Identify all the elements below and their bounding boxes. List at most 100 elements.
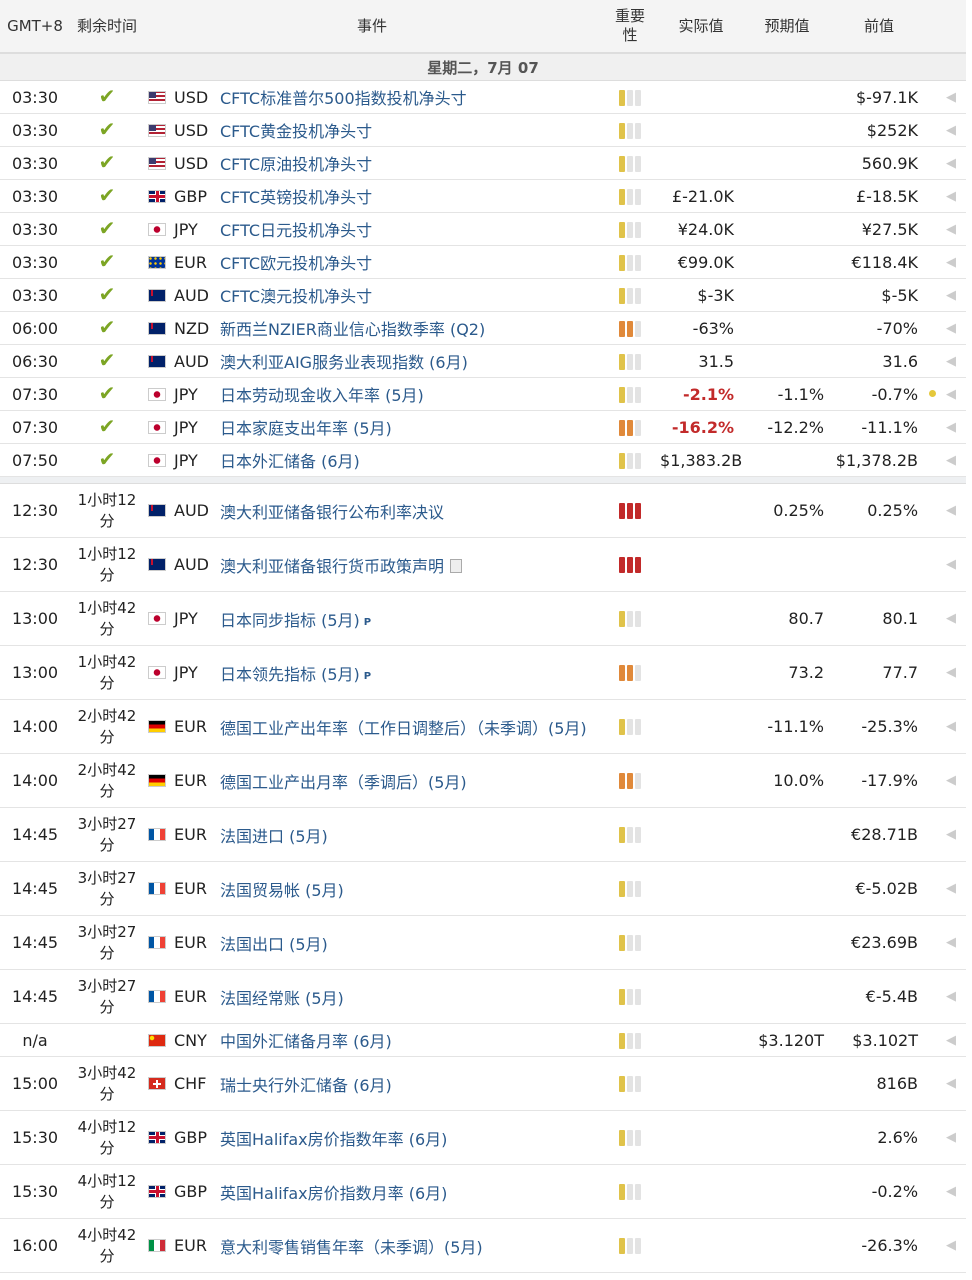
expand-arrow-icon[interactable]: ◀ [946, 989, 956, 1004]
currency-code: CNY [174, 1030, 207, 1050]
event-row[interactable]: 15:30 4小时12 分 GBP 英国Halifax房价指数月率 (6月) -0.2%… [0, 1164, 967, 1219]
event-link[interactable]: CFTC日元投机净头寸 [220, 221, 372, 240]
col-previous[interactable]: 前值 [832, 0, 927, 54]
event-row[interactable]: 14:00 2小时42 分 EUR 德国工业产出年率（工作日调整后）（未季调）(5月)… [0, 699, 967, 754]
event-link[interactable]: 中国外汇储备月率 (6月) [220, 1032, 392, 1051]
event-row[interactable]: n/a CNY 中国外汇储备月率 (6月) $3.120T $3.102T ◀ [0, 1023, 967, 1057]
col-timezone[interactable]: GMT+8 [0, 0, 70, 54]
event-link[interactable]: CFTC黄金投机净头寸 [220, 122, 372, 141]
event-link[interactable]: 澳大利亚储备银行公布利率决议 [220, 503, 444, 522]
event-row[interactable]: 14:45 3小时27 分 EUR 法国出口 (5月) €23.69B ◀ [0, 915, 967, 970]
expand-arrow-icon[interactable]: ◀ [946, 1238, 956, 1253]
expand-arrow-icon[interactable]: ◀ [946, 321, 956, 336]
event-row[interactable]: 07:50 ✔ JPY 日本外汇储备 (6月) $1,383.2B $1,378.2B ◀ [0, 443, 967, 477]
event-row[interactable]: 03:30 ✔ EUR CFTC欧元投机净头寸 €99.0K €118.4K ◀ [0, 245, 967, 279]
preliminary-icon[interactable]: P [364, 617, 371, 628]
event-cell: CFTC标准普尔500指数投机净头寸 [220, 80, 601, 114]
event-row[interactable]: 12:30 1小时12 分 AUD 澳大利亚储备银行公布利率决议 0.25% 0.25% ◀ [0, 483, 967, 538]
preliminary-icon[interactable]: P [364, 671, 371, 682]
event-link[interactable]: CFTC英镑投机净头寸 [220, 188, 372, 207]
expand-arrow-icon[interactable]: ◀ [946, 420, 956, 435]
event-link[interactable]: 法国进口 (5月) [220, 827, 328, 846]
col-event[interactable]: 事件 [144, 0, 601, 54]
expand-arrow-icon[interactable]: ◀ [946, 503, 956, 518]
event-link[interactable]: CFTC标准普尔500指数投机净头寸 [220, 89, 467, 108]
event-link[interactable]: 德国工业产出月率（季调后）(5月) [220, 773, 467, 792]
event-row[interactable]: 03:30 ✔ USD CFTC原油投机净头寸 560.9K ◀ [0, 146, 967, 180]
expand-arrow-icon[interactable]: ◀ [946, 1184, 956, 1199]
col-actual[interactable]: 实际值 [660, 0, 743, 54]
expand-arrow-icon[interactable]: ◀ [946, 189, 956, 204]
expand-arrow-icon[interactable]: ◀ [946, 557, 956, 572]
event-link[interactable]: 法国贸易帐 (5月) [220, 881, 344, 900]
event-link[interactable]: 英国Halifax房价指数月率 (6月) [220, 1184, 447, 1203]
event-row[interactable]: 13:00 1小时42 分 JPY 日本同步指标 (5月) P 80.7 80.1 ◀ [0, 591, 967, 646]
expand-arrow-icon[interactable]: ◀ [946, 881, 956, 896]
event-row[interactable]: 03:30 ✔ JPY CFTC日元投机净头寸 ¥24.0K ¥27.5K ◀ [0, 212, 967, 246]
event-link[interactable]: 澳大利亚储备银行货币政策声明 [220, 557, 444, 576]
event-link[interactable]: 德国工业产出年率（工作日调整后）（未季调）(5月) [220, 719, 587, 738]
row-end: ◀ [926, 483, 967, 538]
event-row[interactable]: 07:30 ✔ JPY 日本劳动现金收入年率 (5月) -2.1% -1.1% -0.7% ◀ [0, 377, 967, 411]
importance-bull-icon [635, 89, 642, 106]
forecast-value: 73.2 [742, 645, 833, 700]
expand-arrow-icon[interactable]: ◀ [946, 827, 956, 842]
expand-arrow-icon[interactable]: ◀ [946, 90, 956, 105]
event-link[interactable]: 澳大利亚AIG服务业表现指数 (6月) [220, 353, 468, 372]
event-row[interactable]: 07:30 ✔ JPY 日本家庭支出年率 (5月) -16.2% -12.2% -11.1%… [0, 410, 967, 444]
event-link[interactable]: 新西兰NZIER商业信心指数季率 (Q2) [220, 320, 485, 339]
event-link[interactable]: 英国Halifax房价指数年率 (6月) [220, 1130, 447, 1149]
event-link[interactable]: 日本外汇储备 (6月) [220, 452, 360, 471]
event-link[interactable]: 日本领先指标 (5月) [220, 665, 360, 684]
event-row[interactable]: 14:00 2小时42 分 EUR 德国工业产出月率（季调后）(5月) 10.0% -17… [0, 753, 967, 808]
event-row[interactable]: 14:45 3小时27 分 EUR 法国进口 (5月) €28.71B ◀ [0, 807, 967, 862]
event-row[interactable]: 06:00 ✔ NZD 新西兰NZIER商业信心指数季率 (Q2) -63% -70% ◀ [0, 311, 967, 345]
expand-arrow-icon[interactable]: ◀ [946, 288, 956, 303]
currency-code: JPY [174, 609, 198, 628]
event-link[interactable]: CFTC澳元投机净头寸 [220, 287, 372, 306]
event-row[interactable]: 03:30 ✔ AUD CFTC澳元投机净头寸 $-3K $-5K ◀ [0, 278, 967, 312]
event-link[interactable]: 日本家庭支出年率 (5月) [220, 419, 392, 438]
event-link[interactable]: CFTC欧元投机净头寸 [220, 254, 372, 273]
event-row[interactable]: 16:00 4小时42 分 EUR 意大利零售销售年率（未季调）(5月) -26.3% ◀ [0, 1218, 967, 1273]
col-forecast[interactable]: 预期值 [742, 0, 833, 54]
expand-arrow-icon[interactable]: ◀ [946, 156, 956, 171]
event-row[interactable]: 13:00 1小时42 分 JPY 日本领先指标 (5月) P 73.2 77.7 ◀ [0, 645, 967, 700]
event-link[interactable]: 瑞士央行外汇储备 (6月) [220, 1076, 392, 1095]
event-row[interactable]: 03:30 ✔ USD CFTC标准普尔500指数投机净头寸 $-97.1K ◀ [0, 80, 967, 114]
event-link[interactable]: 法国经常账 (5月) [220, 989, 344, 1008]
expand-arrow-icon[interactable]: ◀ [946, 387, 956, 402]
expand-arrow-icon[interactable]: ◀ [946, 611, 956, 626]
currency: JPY [144, 591, 220, 646]
event-link[interactable]: 日本劳动现金收入年率 (5月) [220, 386, 424, 405]
expand-arrow-icon[interactable]: ◀ [946, 222, 956, 237]
event-row[interactable]: 03:30 ✔ USD CFTC黄金投机净头寸 $252K ◀ [0, 113, 967, 147]
expand-arrow-icon[interactable]: ◀ [946, 123, 956, 138]
expand-arrow-icon[interactable]: ◀ [946, 1130, 956, 1145]
expand-arrow-icon[interactable]: ◀ [946, 453, 956, 468]
event-link[interactable]: CFTC原油投机净头寸 [220, 155, 372, 174]
expand-arrow-icon[interactable]: ◀ [946, 665, 956, 680]
event-row[interactable]: 03:30 ✔ GBP CFTC英镑投机净头寸 £-21.0K £-18.5K ◀ [0, 179, 967, 213]
col-remaining[interactable]: 剩余时间 [70, 0, 144, 54]
col-importance[interactable]: 重要性 [600, 0, 661, 54]
expand-arrow-icon[interactable]: ◀ [946, 1033, 956, 1048]
event-link[interactable]: 意大利零售销售年率（未季调）(5月) [220, 1238, 483, 1257]
document-icon[interactable] [450, 558, 463, 573]
event-row[interactable]: 06:30 ✔ AUD 澳大利亚AIG服务业表现指数 (6月) 31.5 31.6 ◀ [0, 344, 967, 378]
event-link[interactable]: 日本同步指标 (5月) [220, 611, 360, 630]
event-row[interactable]: 15:00 3小时42 分 CHF 瑞士央行外汇储备 (6月) 816B ◀ [0, 1056, 967, 1111]
event-link[interactable]: 法国出口 (5月) [220, 935, 328, 954]
event-row[interactable]: 15:30 4小时12 分 GBP 英国Halifax房价指数年率 (6月) 2.6% ◀ [0, 1110, 967, 1165]
expand-arrow-icon[interactable]: ◀ [946, 1076, 956, 1091]
expand-arrow-icon[interactable]: ◀ [946, 935, 956, 950]
event-row[interactable]: 14:45 3小时27 分 EUR 法国贸易帐 (5月) €-5.02B ◀ [0, 861, 967, 916]
expand-arrow-icon[interactable]: ◀ [946, 773, 956, 788]
expand-arrow-icon[interactable]: ◀ [946, 719, 956, 734]
expand-arrow-icon[interactable]: ◀ [946, 354, 956, 369]
event-row[interactable]: 14:45 3小时27 分 EUR 法国经常账 (5月) €-5.4B ◀ [0, 969, 967, 1024]
actual-value [660, 483, 743, 538]
importance-bull-icon [627, 1238, 634, 1254]
event-row[interactable]: 12:30 1小时12 分 AUD 澳大利亚储备银行货币政策声明 ◀ [0, 537, 967, 592]
expand-arrow-icon[interactable]: ◀ [946, 255, 956, 270]
